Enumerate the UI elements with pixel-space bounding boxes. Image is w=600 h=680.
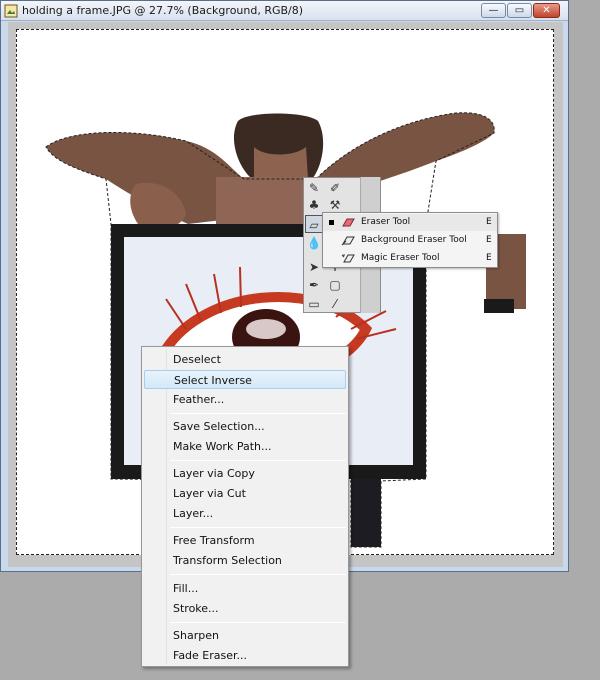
menu-item-transform-selection[interactable]: Transform Selection [144, 551, 346, 570]
stamp-tool-icon[interactable]: ♣ [305, 196, 323, 214]
menu-item-layer-via-copy[interactable]: Layer via Copy [144, 464, 346, 483]
brush-tool-icon[interactable]: ✎ [305, 179, 323, 197]
selected-bullet-icon [329, 220, 334, 225]
menu-item-layer[interactable]: Layer... [144, 504, 346, 523]
background-eraser-icon [341, 236, 355, 246]
photoshop-document-icon [4, 4, 18, 18]
menu-separator [170, 527, 346, 528]
menu-item-fill[interactable]: Fill... [144, 579, 346, 598]
menu-separator [170, 460, 346, 461]
pencil-tool-icon[interactable]: ✐ [326, 179, 344, 197]
menu-item-feather[interactable]: Feather... [144, 390, 346, 409]
flyout-item-background-eraser[interactable]: Background Eraser Tool E [323, 232, 497, 249]
eyedropper-tool-icon[interactable]: ⁄ [326, 295, 344, 313]
menu-item-free-transform[interactable]: Free Transform [144, 531, 346, 550]
flyout-item-eraser[interactable]: Eraser Tool E [323, 214, 497, 231]
menu-separator [170, 413, 346, 414]
pen-tool-icon[interactable]: ✒ [305, 276, 323, 294]
eraser-icon [342, 218, 355, 227]
menu-item-layer-via-cut[interactable]: Layer via Cut [144, 484, 346, 503]
maximize-button[interactable]: ▭ [507, 3, 532, 18]
menu-item-select-inverse[interactable]: Select Inverse [144, 370, 346, 389]
minimize-button[interactable]: — [481, 3, 506, 18]
menu-item-make-work-path[interactable]: Make Work Path... [144, 437, 346, 456]
blur-tool-icon[interactable]: 💧 [305, 234, 323, 252]
eraser-tool-flyout[interactable]: Eraser Tool E Background Eraser Tool E M… [322, 212, 498, 268]
menu-item-deselect[interactable]: Deselect [144, 350, 346, 369]
selection-context-menu[interactable]: Deselect Select Inverse Feather... Save … [141, 346, 349, 667]
eraser-tool-icon[interactable]: ▱ [305, 215, 323, 233]
window-title: holding a frame.JPG @ 27.7% (Background,… [22, 4, 304, 17]
menu-item-sharpen[interactable]: Sharpen [144, 626, 346, 645]
shape-tool-icon[interactable]: ▢ [326, 276, 344, 294]
close-button[interactable]: ✕ [533, 3, 560, 18]
notes-tool-icon[interactable]: ▭ [305, 295, 323, 313]
flyout-item-magic-eraser[interactable]: Magic Eraser Tool E [323, 250, 497, 267]
magic-eraser-icon [341, 254, 355, 263]
menu-item-save-selection[interactable]: Save Selection... [144, 417, 346, 436]
menu-separator [170, 622, 346, 623]
path-selection-icon[interactable]: ➤ [305, 258, 323, 276]
menu-separator [170, 574, 346, 575]
title-bar[interactable]: holding a frame.JPG @ 27.7% (Background,… [1, 1, 568, 21]
menu-item-stroke[interactable]: Stroke... [144, 599, 346, 618]
menu-item-fade-eraser[interactable]: Fade Eraser... [144, 646, 346, 665]
